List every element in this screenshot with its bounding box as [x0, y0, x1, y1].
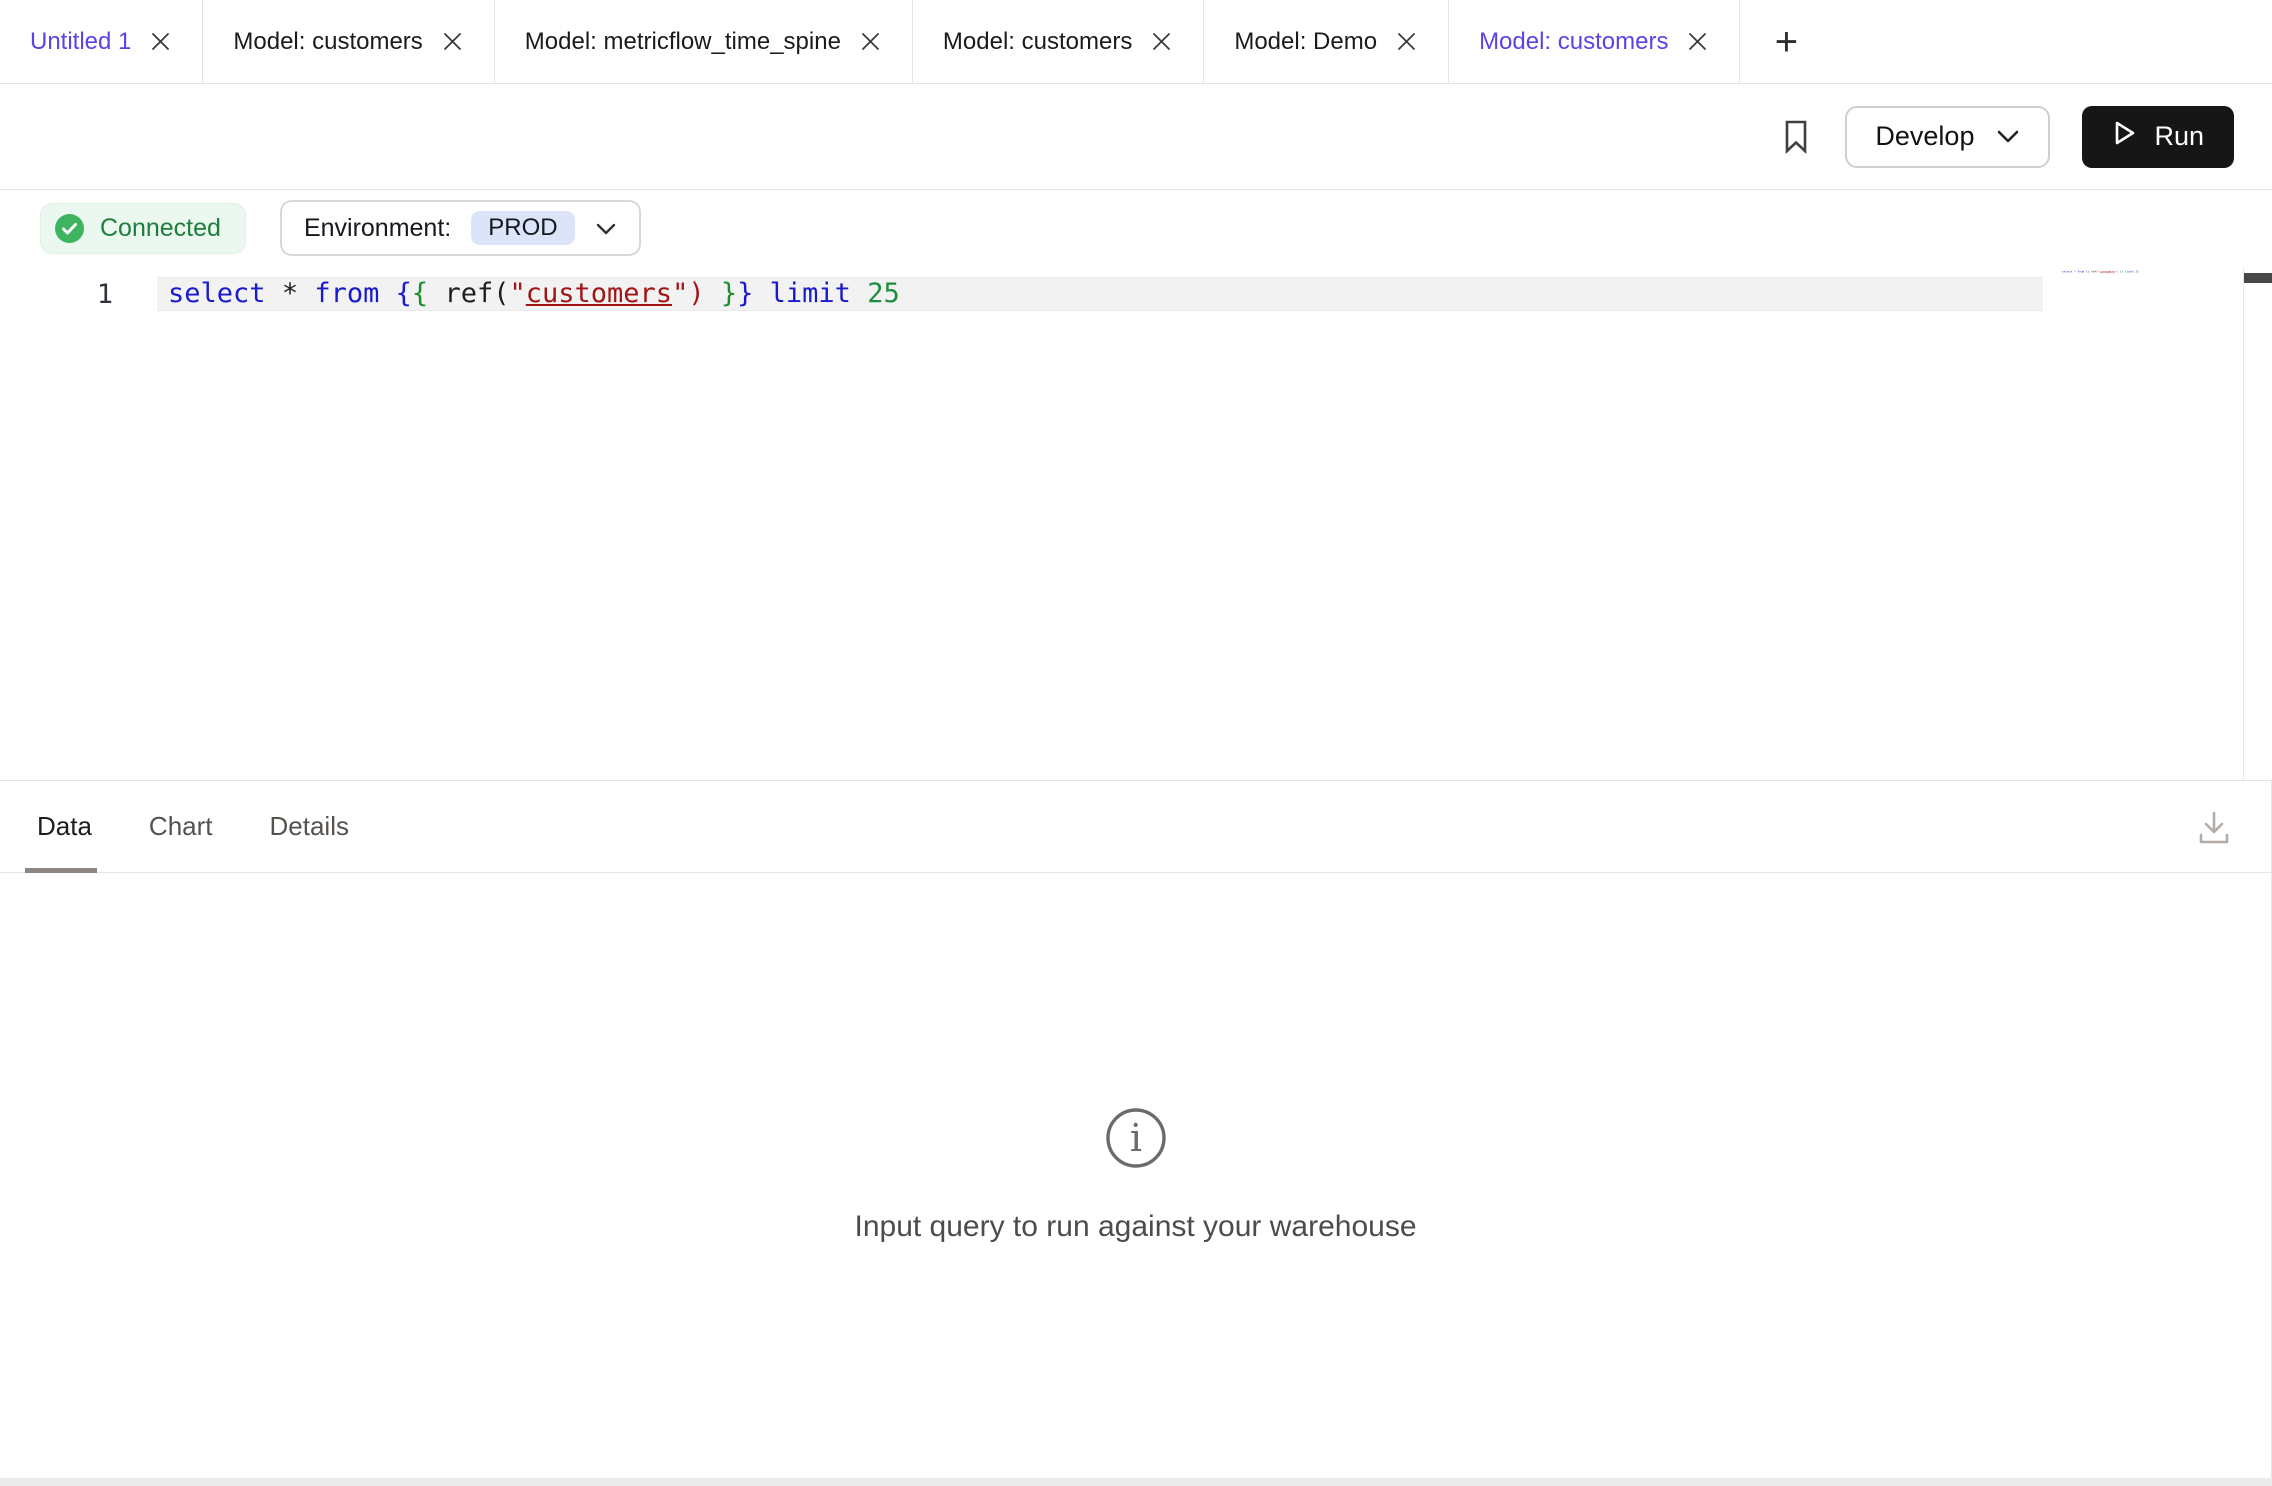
editor-tab-label: Model: customers: [1479, 28, 1668, 56]
dbt-ide-window: Untitled 1 Model: customers Model: metri…: [0, 0, 2272, 1486]
editor-tabs: Untitled 1 Model: customers Model: metri…: [0, 0, 1740, 83]
code-line[interactable]: select * from {{ ref("customers") }} lim…: [168, 276, 900, 312]
editor-tab[interactable]: Model: customers: [1449, 0, 1740, 83]
line-number: 1: [0, 277, 113, 313]
chevron-down-icon: [595, 214, 617, 243]
minimap-code-line: select * from {{ ref("customers") }} lim…: [2062, 270, 2146, 274]
environment-select[interactable]: Environment: PROD: [280, 200, 641, 256]
close-icon[interactable]: [1395, 30, 1418, 53]
minimap: select * from {{ ref("customers") }} lim…: [2062, 270, 2262, 310]
results-tab-label: Data: [37, 811, 92, 842]
check-circle-icon: [54, 213, 85, 244]
close-icon[interactable]: [1150, 30, 1173, 53]
sql-editor[interactable]: 1 select * from {{ ref("customers") }} l…: [0, 266, 2272, 781]
close-icon[interactable]: [149, 30, 172, 53]
editor-tab[interactable]: Model: metricflow_time_spine: [495, 0, 913, 83]
editor-tab-label: Model: customers: [233, 28, 422, 56]
results-tab[interactable]: Details: [270, 781, 349, 872]
results-panel: Data Chart Details i Input query to run …: [0, 781, 2272, 1478]
close-icon[interactable]: [441, 30, 464, 53]
chevron-down-icon: [1996, 121, 2020, 152]
bottom-divider-bar: [0, 1478, 2272, 1486]
run-button-label: Run: [2154, 121, 2204, 152]
editor-tab[interactable]: Model: customers: [203, 0, 494, 83]
develop-button-label: Develop: [1875, 121, 1974, 152]
empty-state: i Input query to run against your wareho…: [0, 1106, 2271, 1244]
environment-label: Environment:: [304, 214, 451, 243]
run-button[interactable]: Run: [2082, 106, 2234, 168]
editor-tab[interactable]: Model: Demo: [1204, 0, 1449, 83]
results-tab-bar: Data Chart Details: [0, 781, 2271, 873]
develop-button[interactable]: Develop: [1845, 106, 2050, 168]
close-icon[interactable]: [1686, 30, 1709, 53]
empty-state-message: Input query to run against your warehous…: [854, 1210, 1416, 1244]
editor-tab[interactable]: Model: customers: [913, 0, 1204, 83]
editor-tab-label: Untitled 1: [30, 28, 131, 56]
new-tab-button[interactable]: +: [1740, 0, 1832, 83]
connection-status-label: Connected: [100, 214, 221, 243]
svg-text:i: i: [1129, 1116, 1141, 1160]
results-tab-label: Details: [270, 811, 349, 842]
editor-tab-label: Model: metricflow_time_spine: [525, 28, 841, 56]
editor-scrollbar-thumb[interactable]: [2244, 273, 2272, 283]
bookmark-icon[interactable]: [1779, 117, 1813, 157]
download-icon[interactable]: [2193, 806, 2235, 848]
environment-value-badge: PROD: [471, 211, 574, 245]
play-icon: [2112, 119, 2138, 154]
editor-tab[interactable]: Untitled 1: [0, 0, 203, 83]
editor-scrollbar[interactable]: [2243, 266, 2272, 780]
results-body: i Input query to run against your wareho…: [0, 873, 2271, 1477]
toolbar: Develop Run: [0, 84, 2272, 190]
info-icon: i: [1104, 1106, 1168, 1170]
connection-status-badge: Connected: [40, 203, 246, 254]
tab-bar: Untitled 1 Model: customers Model: metri…: [0, 0, 2272, 84]
close-icon[interactable]: [859, 30, 882, 53]
editor-tab-label: Model: Demo: [1234, 28, 1377, 56]
results-tab[interactable]: Chart: [149, 781, 213, 872]
results-tab[interactable]: Data: [37, 781, 92, 872]
editor-tab-label: Model: customers: [943, 28, 1132, 56]
results-tab-label: Chart: [149, 811, 213, 842]
connection-row: Connected Environment: PROD: [0, 190, 2272, 266]
